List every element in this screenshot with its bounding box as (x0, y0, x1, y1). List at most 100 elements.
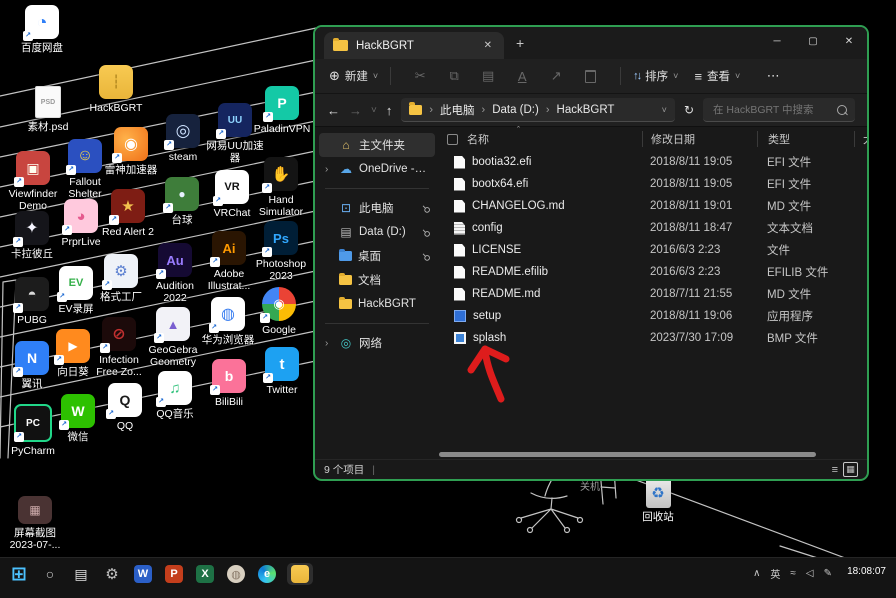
view-button[interactable]: ≡ 查看 ˅ (694, 68, 740, 84)
share-button[interactable]: ↗ (539, 68, 573, 84)
start-button[interactable]: ⊞ (10, 565, 28, 583)
rename-button[interactable]: A (505, 69, 539, 84)
desktop-icon-recycle-bin[interactable]: ♻ 回收站 (626, 477, 690, 523)
sidebar-item-documents[interactable]: 文档 (319, 268, 435, 292)
breadcrumb[interactable]: › 此电脑 › Data (D:) › HackBGRT ˅ (401, 98, 675, 122)
sidebar-item-network[interactable]: › ◎ 网络 (319, 331, 435, 355)
qq-music-icon: ♫ (158, 371, 192, 405)
sidebar-item-hackbgrt[interactable]: HackBGRT (319, 292, 435, 316)
taskbar-notepad-icon[interactable]: ▤ (72, 565, 90, 583)
search-box[interactable] (703, 98, 855, 122)
table-row[interactable]: config 2018/8/11 18:47 文本文档 (439, 217, 867, 239)
table-row[interactable]: CHANGELOG.md 2018/8/11 19:01 MD 文件 (439, 195, 867, 217)
network-icon[interactable]: ≈ (790, 568, 796, 579)
application-icon (454, 310, 466, 322)
desktop-icon-label: BiliBili (215, 396, 243, 408)
pen-icon[interactable]: ✎ (824, 568, 832, 579)
taskbar-excel-icon[interactable]: X (196, 565, 214, 583)
tab-hackbgrt[interactable]: HackBGRT ✕ (324, 32, 504, 59)
forward-button[interactable]: → (349, 103, 362, 118)
up-button[interactable]: ↑ (386, 103, 393, 118)
address-dropdown-icon[interactable]: ˅ (662, 105, 667, 115)
new-tab-button[interactable]: + (516, 35, 524, 51)
column-header-name[interactable]: 名称 (439, 131, 642, 147)
taskbar-file-explorer-active[interactable] (287, 563, 313, 585)
new-button[interactable]: ⊕ 新建 ˅ (329, 68, 378, 84)
google-chrome-icon: ◉ (262, 287, 296, 321)
taskbar-settings-icon[interactable]: ⚙ (103, 565, 121, 583)
desktop-icon-psd-file[interactable]: PSD 素材.psd (16, 86, 80, 133)
tray-chevron-up-icon[interactable]: ∧ (753, 568, 760, 579)
scrollbar-thumb[interactable] (439, 452, 816, 457)
desktop-icon-yixun[interactable]: N 翼讯 (0, 341, 64, 390)
toolbar-divider (390, 67, 391, 85)
prprlive-icon: ◕ (64, 199, 98, 233)
ime-indicator[interactable]: 英 (770, 566, 780, 581)
clock[interactable]: 18:08:07 (847, 566, 886, 577)
item-count: 9 个项目 (324, 462, 364, 477)
desktop-icon-huawei-browser[interactable]: ◍ 华为浏览器 (196, 297, 260, 346)
breadcrumb-data-d[interactable]: Data (D:) (492, 104, 539, 116)
chevron-right-icon: › (429, 104, 433, 116)
file-icon (454, 156, 465, 169)
sort-button[interactable]: ↑↓ 排序 ˅ (633, 68, 678, 84)
table-row[interactable]: splash 2023/7/30 17:09 BMP 文件 (439, 327, 867, 349)
volume-icon[interactable]: ◁ (806, 568, 814, 579)
search-input[interactable] (711, 103, 837, 117)
taskbar-edge-icon[interactable]: e (258, 565, 276, 583)
huawei-browser-icon: ◍ (211, 297, 245, 331)
desktop-icon-pycharm[interactable]: PC PyCharm (1, 404, 65, 457)
recent-locations-button[interactable]: ˅ (371, 105, 377, 116)
table-row[interactable]: README.efilib 2016/6/3 2:23 EFILIB 文件 (439, 261, 867, 283)
desktop-icon-pubg[interactable]: ◓ PUBG (0, 277, 64, 326)
sidebar-item-home[interactable]: ⌂ 主文件夹 (319, 133, 435, 157)
yixun-icon: N (15, 341, 49, 375)
command-bar: ⊕ 新建 ˅ ✂ ⧉ ▤ A ↗ ↑↓ 排序 ˅ ≡ 查看 ˅ ⋯ (315, 59, 867, 94)
large-icons-view-button[interactable]: ▦ (843, 462, 858, 477)
breadcrumb-this-pc[interactable]: 此电脑 (440, 102, 475, 118)
tab-close-icon[interactable]: ✕ (481, 40, 495, 51)
desktop-icon-baidu-netdisk[interactable]: ◔ 百度网盘 (10, 5, 74, 54)
maximize-button[interactable]: ▢ (795, 27, 831, 55)
sidebar-item-desktop[interactable]: 桌面 ⚲ (319, 244, 435, 268)
select-all-checkbox[interactable] (447, 134, 458, 145)
taskbar-browser-icon[interactable]: ◍ (227, 565, 245, 583)
minimize-button[interactable]: ─ (759, 27, 795, 55)
table-row[interactable]: bootx64.efi 2018/8/11 19:05 EFI 文件 (439, 173, 867, 195)
delete-button[interactable] (585, 70, 596, 83)
taskbar-word-icon[interactable]: W (134, 565, 152, 583)
desktop-icon-label: PyCharm (11, 445, 55, 457)
chevron-right-icon[interactable]: › (325, 338, 333, 349)
tab-bar: HackBGRT ✕ + ─ ▢ ✕ (315, 27, 867, 59)
table-row[interactable]: LICENSE 2016/6/3 2:23 文件 (439, 239, 867, 261)
more-options-button[interactable]: ⋯ (756, 68, 790, 84)
cut-button[interactable]: ✂ (403, 68, 437, 84)
desktop-icon-screenshot-file[interactable]: ▦ 屏幕截图 2023-07-... (3, 496, 67, 551)
file-icon (454, 178, 465, 191)
details-view-button[interactable]: ≡ (832, 464, 838, 476)
table-row[interactable]: README.md 2018/7/11 21:55 MD 文件 (439, 283, 867, 305)
sidebar-item-this-pc[interactable]: ⊡ 此电脑 ⚲ (319, 196, 435, 220)
chevron-right-icon: › (482, 104, 486, 116)
breadcrumb-hackbgrt[interactable]: HackBGRT (557, 104, 615, 116)
back-button[interactable]: ← (327, 103, 340, 118)
close-button[interactable]: ✕ (831, 27, 867, 55)
column-header-size[interactable]: 大小 (854, 131, 867, 147)
table-row[interactable]: setup 2018/8/11 19:06 应用程序 (439, 305, 867, 327)
desktop-icon-kalabiqiu[interactable]: ✦ 卡拉彼丘 (0, 211, 64, 260)
folder-icon (339, 299, 352, 309)
desktop-icon-label: HackBGRT (90, 102, 143, 114)
taskbar-search-icon[interactable]: ○ (41, 565, 59, 583)
horizontal-scrollbar[interactable] (439, 451, 867, 459)
sidebar-item-data-d[interactable]: ▤ Data (D:) ⚲ (319, 220, 435, 244)
table-row[interactable]: bootia32.efi 2018/8/11 19:05 EFI 文件 (439, 151, 867, 173)
refresh-button[interactable]: ↻ (684, 103, 694, 117)
chevron-right-icon[interactable]: › (325, 164, 333, 175)
sidebar-item-onedrive[interactable]: › ☁ OneDrive - Person (319, 157, 435, 181)
column-header-type[interactable]: 类型 (757, 131, 854, 147)
taskbar-powerpoint-icon[interactable]: P (165, 565, 183, 583)
copy-button[interactable]: ⧉ (437, 68, 471, 84)
desktop-icon-hackbgrt-folder[interactable]: ┆ HackBGRT (84, 65, 148, 114)
column-header-date-modified[interactable]: 修改日期 (642, 131, 757, 147)
paste-button[interactable]: ▤ (471, 68, 505, 84)
